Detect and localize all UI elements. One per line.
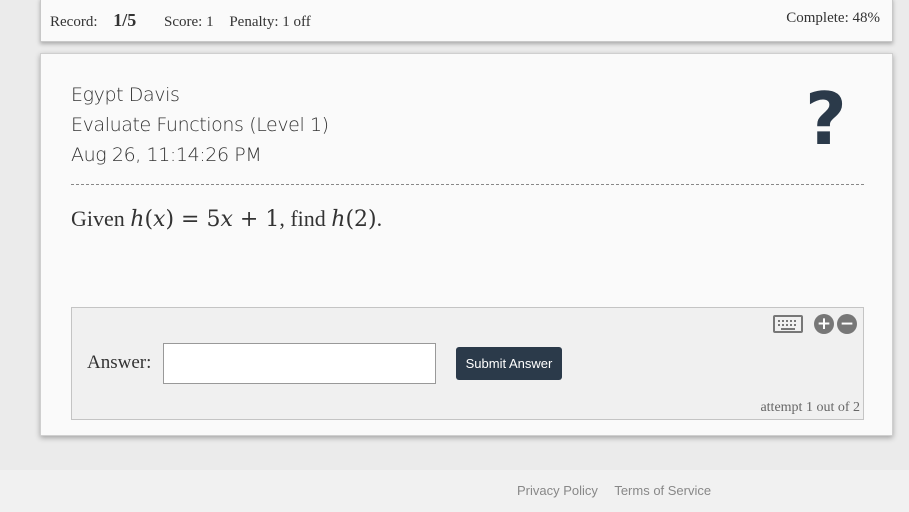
timestamp: Aug 26, 11:14:26 PM <box>71 144 262 166</box>
question-suffix: . <box>376 206 383 231</box>
assignment-meta: Egypt Davis Evaluate Functions (Level 1)… <box>71 80 329 170</box>
question-target: h(2) <box>331 207 377 232</box>
question-card: Egypt Davis Evaluate Functions (Level 1)… <box>40 53 893 436</box>
zoom-in-icon[interactable]: + <box>814 314 834 334</box>
question-function: h(x) = 5x + 1 <box>130 207 280 232</box>
keyboard-icon[interactable] <box>773 315 803 333</box>
status-left: Record: 1/5 Score: 1 Penalty: 1 off <box>50 10 323 31</box>
answer-label: Answer: <box>87 352 152 373</box>
record-label: Record: <box>50 14 98 30</box>
question-prefix: Given <box>71 206 131 231</box>
record-value: 1/5 <box>113 10 137 30</box>
submit-answer-button[interactable]: Submit Answer <box>456 347 562 380</box>
terms-of-service-link[interactable]: Terms of Service <box>614 483 711 498</box>
help-icon[interactable]: ? <box>805 74 847 164</box>
divider <box>71 184 864 185</box>
record: Record: 1/5 <box>50 10 148 30</box>
footer-links: Privacy Policy Terms of Service <box>517 483 724 498</box>
score: Score: 1 <box>164 14 214 30</box>
completion-status: Complete: 48% <box>786 10 880 26</box>
question-text: Given h(x) = 5x + 1, find h(2). <box>71 206 382 232</box>
footer-band <box>0 470 909 512</box>
status-bar: Record: 1/5 Score: 1 Penalty: 1 off Comp… <box>40 0 893 42</box>
answer-panel: + − Answer: Submit Answer attempt 1 out … <box>71 307 864 420</box>
privacy-policy-link[interactable]: Privacy Policy <box>517 483 598 498</box>
student-name: Egypt Davis <box>71 84 180 106</box>
attempt-counter: attempt 1 out of 2 <box>760 400 860 415</box>
assignment-title: Evaluate Functions (Level 1) <box>71 114 329 136</box>
question-mid: , find <box>279 206 332 231</box>
penalty: Penalty: 1 off <box>229 14 311 30</box>
answer-input[interactable] <box>163 343 436 384</box>
zoom-out-icon[interactable]: − <box>837 314 857 334</box>
